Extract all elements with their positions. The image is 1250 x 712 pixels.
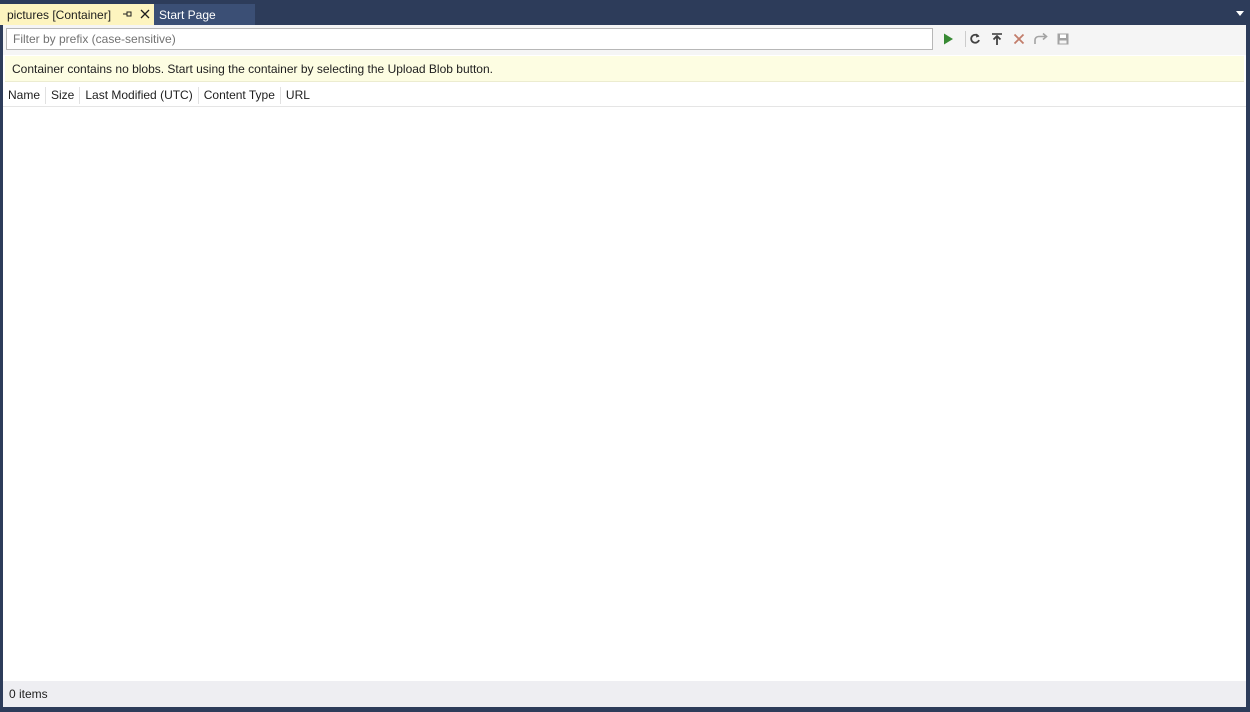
- tab-title: pictures [Container]: [7, 7, 112, 22]
- document-tabstrip: pictures [Container] Start Page: [0, 0, 1250, 25]
- delete-icon[interactable]: [1010, 31, 1028, 47]
- save-icon[interactable]: [1054, 31, 1072, 47]
- filter-input[interactable]: [6, 28, 933, 50]
- upload-icon[interactable]: [988, 31, 1006, 47]
- tab-start-page[interactable]: Start Page: [154, 4, 255, 25]
- item-count: 0 items: [9, 687, 48, 701]
- refresh-icon[interactable]: [966, 31, 984, 47]
- blob-list[interactable]: [3, 107, 1246, 681]
- chevron-down-icon[interactable]: [1236, 11, 1244, 16]
- tab-pictures-container[interactable]: pictures [Container]: [0, 4, 154, 25]
- column-header-row: Name Size Last Modified (UTC) Content Ty…: [3, 84, 1246, 107]
- column-header-size[interactable]: Size: [46, 86, 81, 104]
- toolbar: [3, 25, 1246, 55]
- redo-icon[interactable]: [1032, 31, 1050, 47]
- status-bar: 0 items: [3, 681, 1246, 707]
- column-header-content-type[interactable]: Content Type: [199, 86, 281, 104]
- run-icon[interactable]: [939, 31, 957, 47]
- column-header-last-modified[interactable]: Last Modified (UTC): [80, 86, 199, 104]
- empty-container-notice: Container contains no blobs. Start using…: [5, 56, 1244, 82]
- column-header-url[interactable]: URL: [281, 87, 315, 104]
- close-icon[interactable]: [139, 8, 151, 20]
- pin-icon[interactable]: [121, 8, 133, 20]
- column-header-name[interactable]: Name: [3, 86, 47, 104]
- container-editor: Container contains no blobs. Start using…: [3, 25, 1246, 707]
- tab-title: Start Page: [159, 7, 216, 22]
